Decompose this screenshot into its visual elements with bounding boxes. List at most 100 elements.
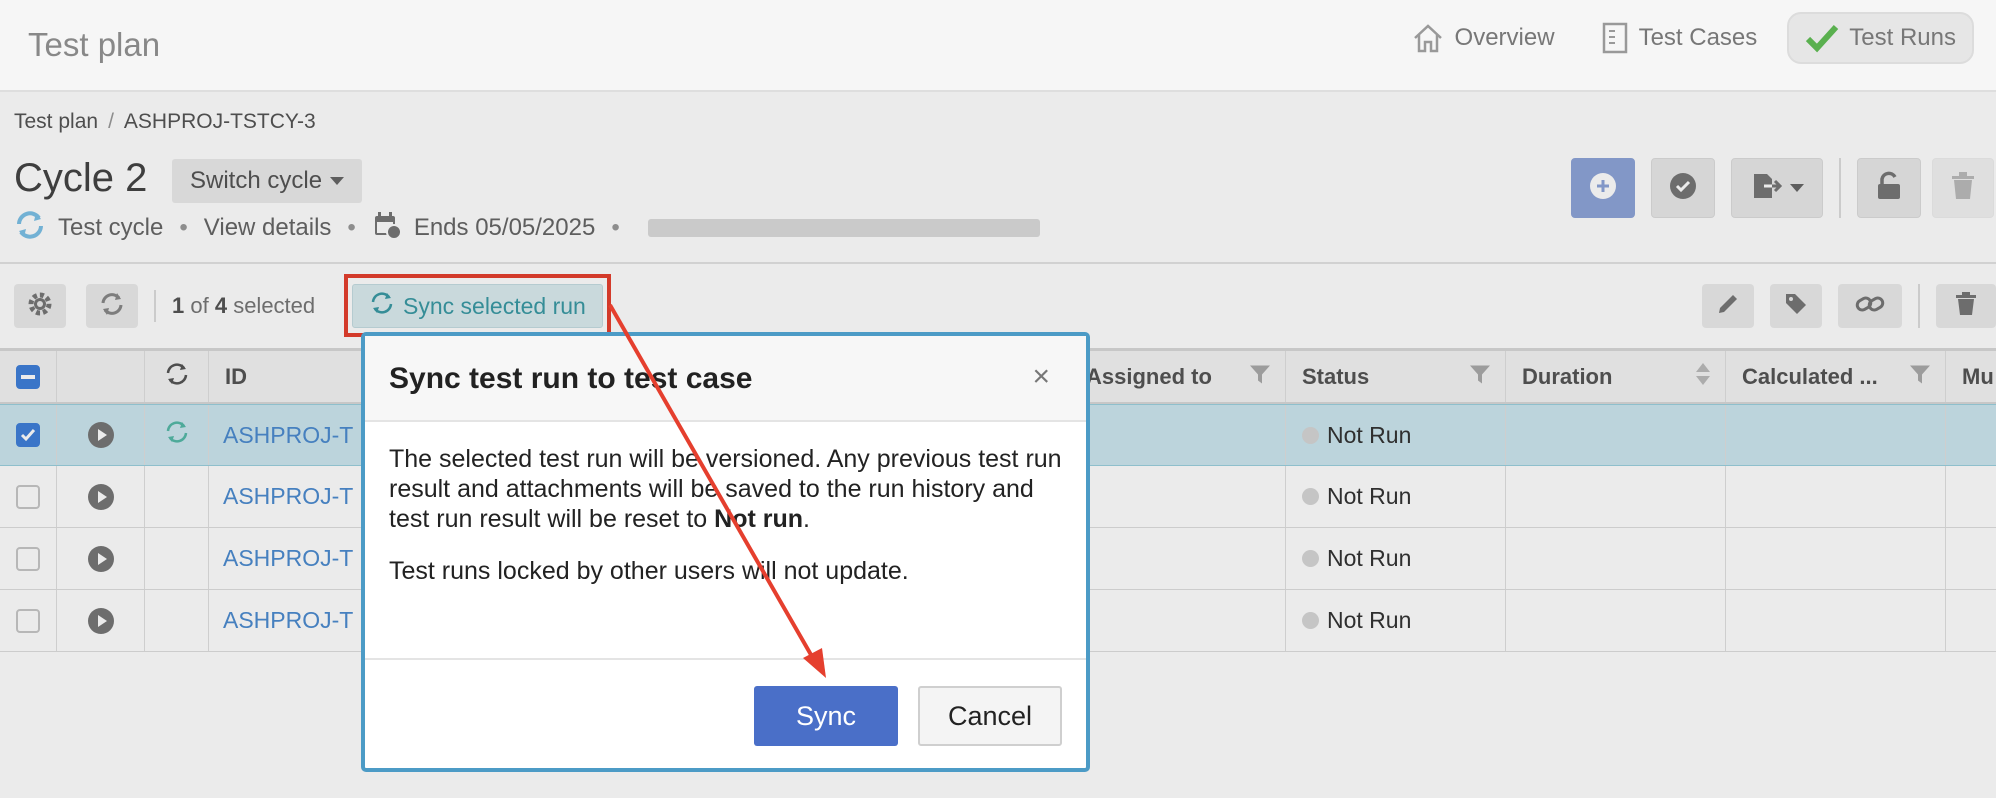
home-icon [1411,21,1445,55]
row-sync-cell [145,405,209,465]
row-mu-cell [1946,528,1996,589]
row-run-cell [57,405,145,465]
delete-cycle-button[interactable] [1932,158,1994,218]
sync-button[interactable]: Sync [754,686,898,746]
row-select-cell [0,466,57,527]
tag-icon [1783,291,1809,322]
column-mu-label: Mu [1962,363,1994,389]
row-duration-cell [1506,590,1726,651]
column-id-label: ID [225,363,247,389]
play-icon[interactable] [87,483,114,510]
header-mu[interactable]: Mu [1946,351,1996,402]
link-button[interactable] [1838,284,1902,328]
sort-icon[interactable] [1695,362,1711,392]
row-action-tools [1702,284,1996,328]
dialog-body: The selected test run will be versioned.… [389,444,1062,608]
status-badge[interactable]: Not Run [1327,483,1411,510]
row-checkbox[interactable] [16,608,40,633]
column-assigned-label: Assigned to [1086,363,1212,389]
tab-test-cases[interactable]: Test Cases [1585,12,1774,64]
selection-count: 1 of 4 selected [172,293,315,319]
status-badge[interactable]: Not Run [1327,545,1411,572]
status-dot [1302,612,1319,629]
divider [0,262,1996,264]
row-checkbox[interactable] [16,423,40,447]
switch-cycle-button[interactable]: Switch cycle [172,159,363,203]
row-sync-cell [145,590,209,651]
filter-icon[interactable] [1909,363,1931,390]
status-badge[interactable]: Not Run [1327,422,1411,449]
add-icon [1588,171,1618,206]
dialog-header: Sync test run to test case × [365,336,1086,422]
header-calculated[interactable]: Calculated ... [1726,351,1946,402]
document-icon [1601,21,1629,55]
sync-dialog: Sync test run to test case × The selecte… [361,332,1090,772]
divider [1839,158,1841,218]
view-details-link[interactable]: View details [204,214,332,242]
row-checkbox[interactable] [16,484,40,509]
row-status-cell: Not Run [1286,528,1506,589]
row-assigned-cell [1082,405,1286,465]
dialog-message: The selected test run will be versioned.… [389,444,1062,534]
tag-button[interactable] [1770,284,1822,328]
row-mu-cell [1946,405,1996,465]
select-all-checkbox[interactable] [16,364,40,389]
status-dot [1302,488,1319,505]
header-status[interactable]: Status [1286,351,1506,402]
cancel-button[interactable]: Cancel [918,686,1062,746]
export-button[interactable] [1731,158,1823,218]
sync-selected-run-button[interactable]: Sync selected run [352,284,603,328]
row-run-cell [57,590,145,651]
cycle-type: Test cycle [58,214,164,241]
edit-button[interactable] [1702,284,1754,328]
row-id-link[interactable]: ASHPROJ-T [223,483,353,510]
header-duration[interactable]: Duration [1506,351,1726,402]
check-circle-icon [1668,171,1698,206]
header-sync-cell [145,351,209,402]
close-icon[interactable]: × [1032,362,1050,392]
calendar-icon [372,210,402,247]
meta-separator: • [611,214,620,241]
add-run-button[interactable] [1571,158,1635,218]
row-mu-cell [1946,466,1996,527]
row-checkbox[interactable] [16,546,40,571]
dialog-title: Sync test run to test case [389,362,753,395]
trash-icon [1950,171,1976,206]
row-calculated-cell [1726,466,1946,527]
complete-cycle-button[interactable] [1651,158,1715,218]
switch-cycle-label: Switch cycle [190,167,323,194]
top-nav: Overview Test Cases Test Runs [1395,12,1974,64]
row-sync-cell [145,466,209,527]
tab-overview[interactable]: Overview [1395,12,1571,64]
play-icon[interactable] [87,422,114,448]
tab-test-runs[interactable]: Test Runs [1787,12,1974,64]
unlock-button[interactable] [1857,158,1921,218]
header-assigned-to[interactable]: Assigned to [1082,351,1286,402]
play-icon[interactable] [87,545,114,572]
refresh-button[interactable] [86,284,138,328]
row-id-link[interactable]: ASHPROJ-T [223,422,353,449]
divider [1918,284,1920,328]
selected-count-value: 1 [172,293,185,318]
status-dot [1302,550,1319,567]
caret-down-icon [330,177,345,185]
status-badge[interactable]: Not Run [1327,607,1411,634]
settings-button[interactable] [14,284,66,328]
breadcrumb-separator: / [108,110,114,133]
row-duration-cell [1506,466,1726,527]
filter-icon[interactable] [1249,363,1271,390]
delete-run-button[interactable] [1936,284,1996,328]
breadcrumb-item-test-plan[interactable]: Test plan [14,110,98,134]
filter-icon[interactable] [1469,363,1491,390]
cycle-refresh-icon [14,210,46,247]
row-run-cell [57,528,145,589]
breadcrumb-item-cycle: ASHPROJ-TSTCY-3 [123,110,316,133]
unlock-icon [1875,171,1903,206]
caret-down-icon [1790,184,1804,192]
meta-separator: • [347,214,356,241]
play-icon[interactable] [87,607,114,634]
row-select-cell [0,590,57,651]
row-id-link[interactable]: ASHPROJ-T [223,607,353,634]
divider [154,290,156,322]
row-id-link[interactable]: ASHPROJ-T [223,545,353,572]
